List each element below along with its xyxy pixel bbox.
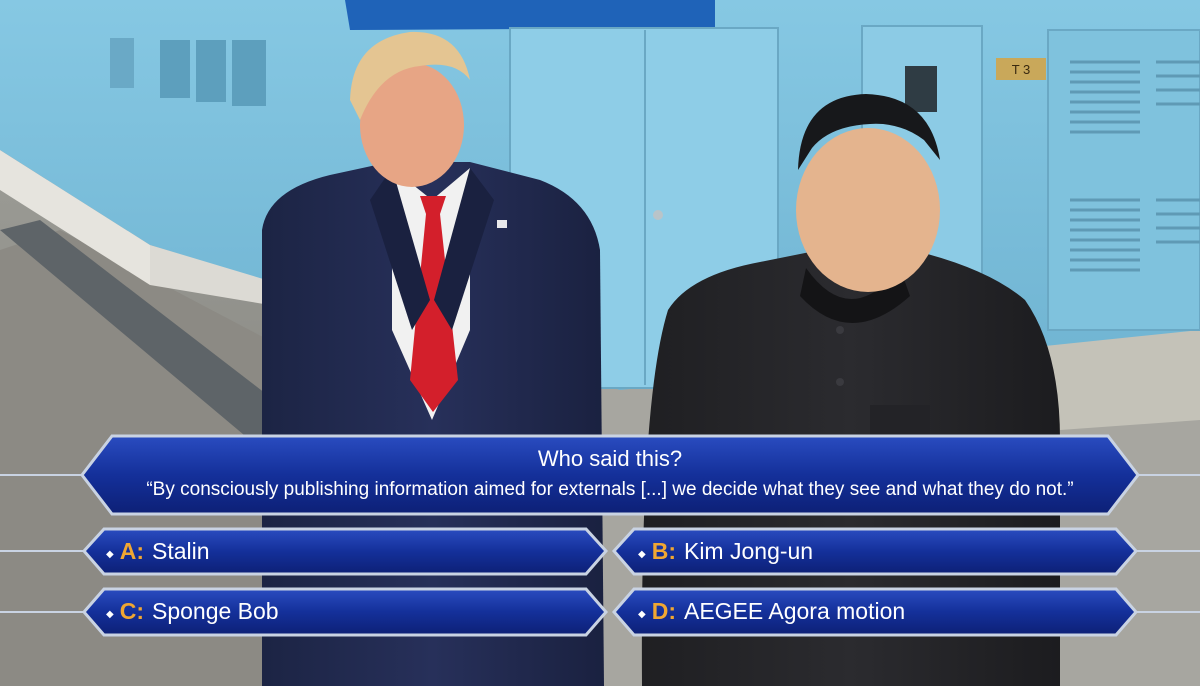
answer-letter: C:: [119, 598, 144, 624]
quiz-screen: T 3 Who said this? “By consciously publi…: [0, 0, 1200, 686]
answer-d[interactable]: ◆ D: AEGEE Agora motion: [638, 588, 905, 634]
answer-letter: B:: [651, 538, 676, 564]
question-quote: “By consciously publishing information a…: [146, 479, 1074, 500]
quiz-overlay: [0, 434, 1200, 637]
diamond-icon: ◆: [106, 608, 114, 620]
answer-letter: A:: [119, 538, 144, 564]
answer-text: Stalin: [151, 538, 210, 564]
question-title: Who said this?: [537, 446, 683, 471]
diamond-icon: ◆: [638, 608, 646, 620]
answer-text: Kim Jong-un: [683, 538, 814, 564]
diamond-icon: ◆: [638, 548, 646, 560]
answer-letter: D:: [651, 598, 676, 624]
answer-text: Sponge Bob: [151, 598, 279, 624]
diamond-icon: ◆: [106, 548, 114, 560]
answer-text: AEGEE Agora motion: [683, 598, 906, 624]
answer-a[interactable]: ◆ A: Stalin: [106, 528, 210, 574]
answer-c[interactable]: ◆ C: Sponge Bob: [106, 588, 279, 634]
answer-b[interactable]: ◆ B: Kim Jong-un: [638, 528, 813, 574]
